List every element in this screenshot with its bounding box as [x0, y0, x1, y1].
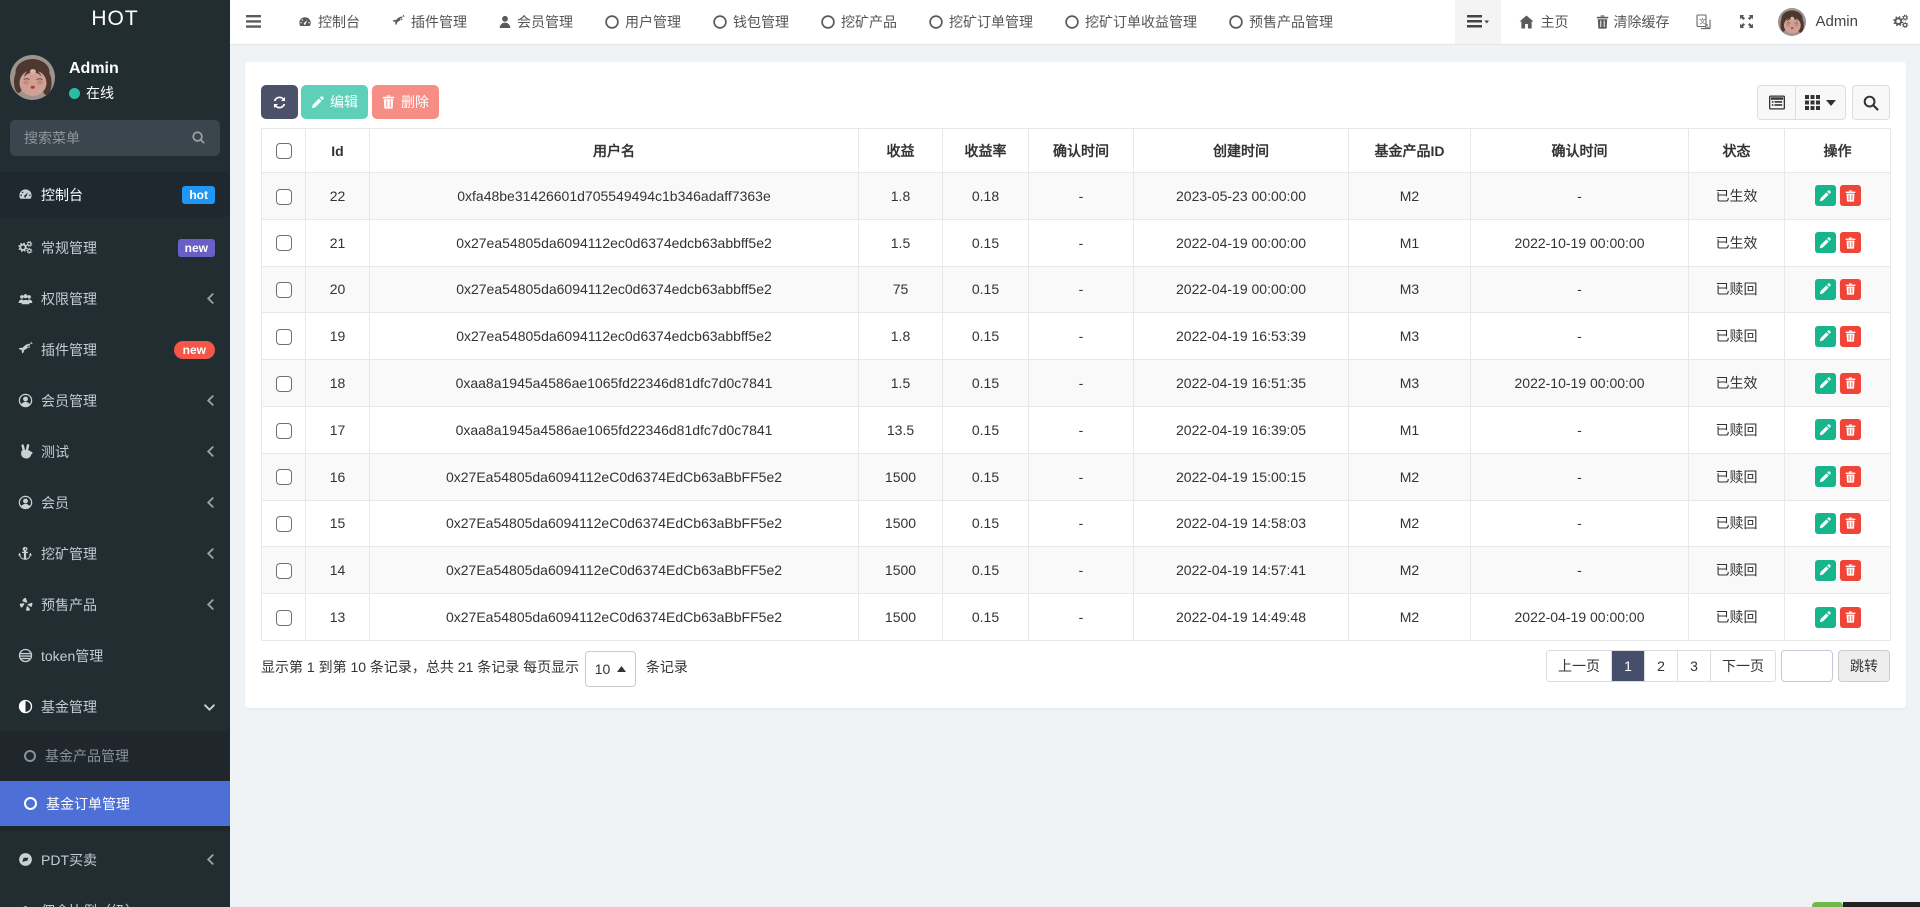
svg-text:A: A	[1705, 23, 1710, 29]
